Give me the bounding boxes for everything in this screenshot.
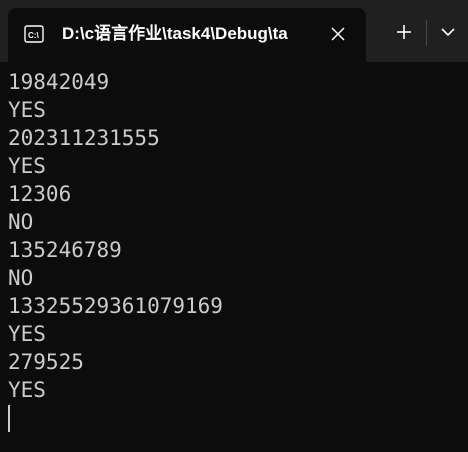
- close-icon[interactable]: [328, 24, 348, 44]
- svg-text:C:\: C:\: [28, 31, 39, 40]
- console-line: NO: [8, 210, 34, 234]
- console-output[interactable]: 19842049 YES 202311231555 YES 12306 NO 1…: [0, 62, 468, 452]
- tab-active[interactable]: C:\ D:\c语言作业\task4\Debug\ta: [8, 8, 366, 62]
- terminal-icon: C:\: [24, 24, 44, 44]
- console-line: 202311231555: [8, 126, 160, 150]
- title-bar: C:\ D:\c语言作业\task4\Debug\ta: [0, 0, 468, 62]
- console-line: 135246789: [8, 238, 122, 262]
- new-tab-button[interactable]: [382, 15, 426, 49]
- console-line: 13325529361079169: [8, 294, 223, 318]
- chevron-down-icon: [427, 28, 468, 53]
- text-cursor: [8, 405, 10, 432]
- tab-dropdown-button[interactable]: [427, 15, 468, 49]
- console-line: YES: [8, 322, 46, 346]
- console-line: NO: [8, 266, 34, 290]
- console-line: 12306: [8, 182, 72, 206]
- plus-icon: [382, 25, 426, 53]
- tab-title: D:\c语言作业\task4\Debug\ta: [62, 24, 288, 43]
- console-line: YES: [8, 378, 46, 402]
- console-line: YES: [8, 154, 46, 178]
- terminal-window: C:\ D:\c语言作业\task4\Debug\ta 19842049 YES…: [0, 0, 468, 452]
- console-line: YES: [8, 98, 46, 122]
- console-line: 279525: [8, 350, 84, 374]
- console-line: 19842049: [8, 70, 110, 94]
